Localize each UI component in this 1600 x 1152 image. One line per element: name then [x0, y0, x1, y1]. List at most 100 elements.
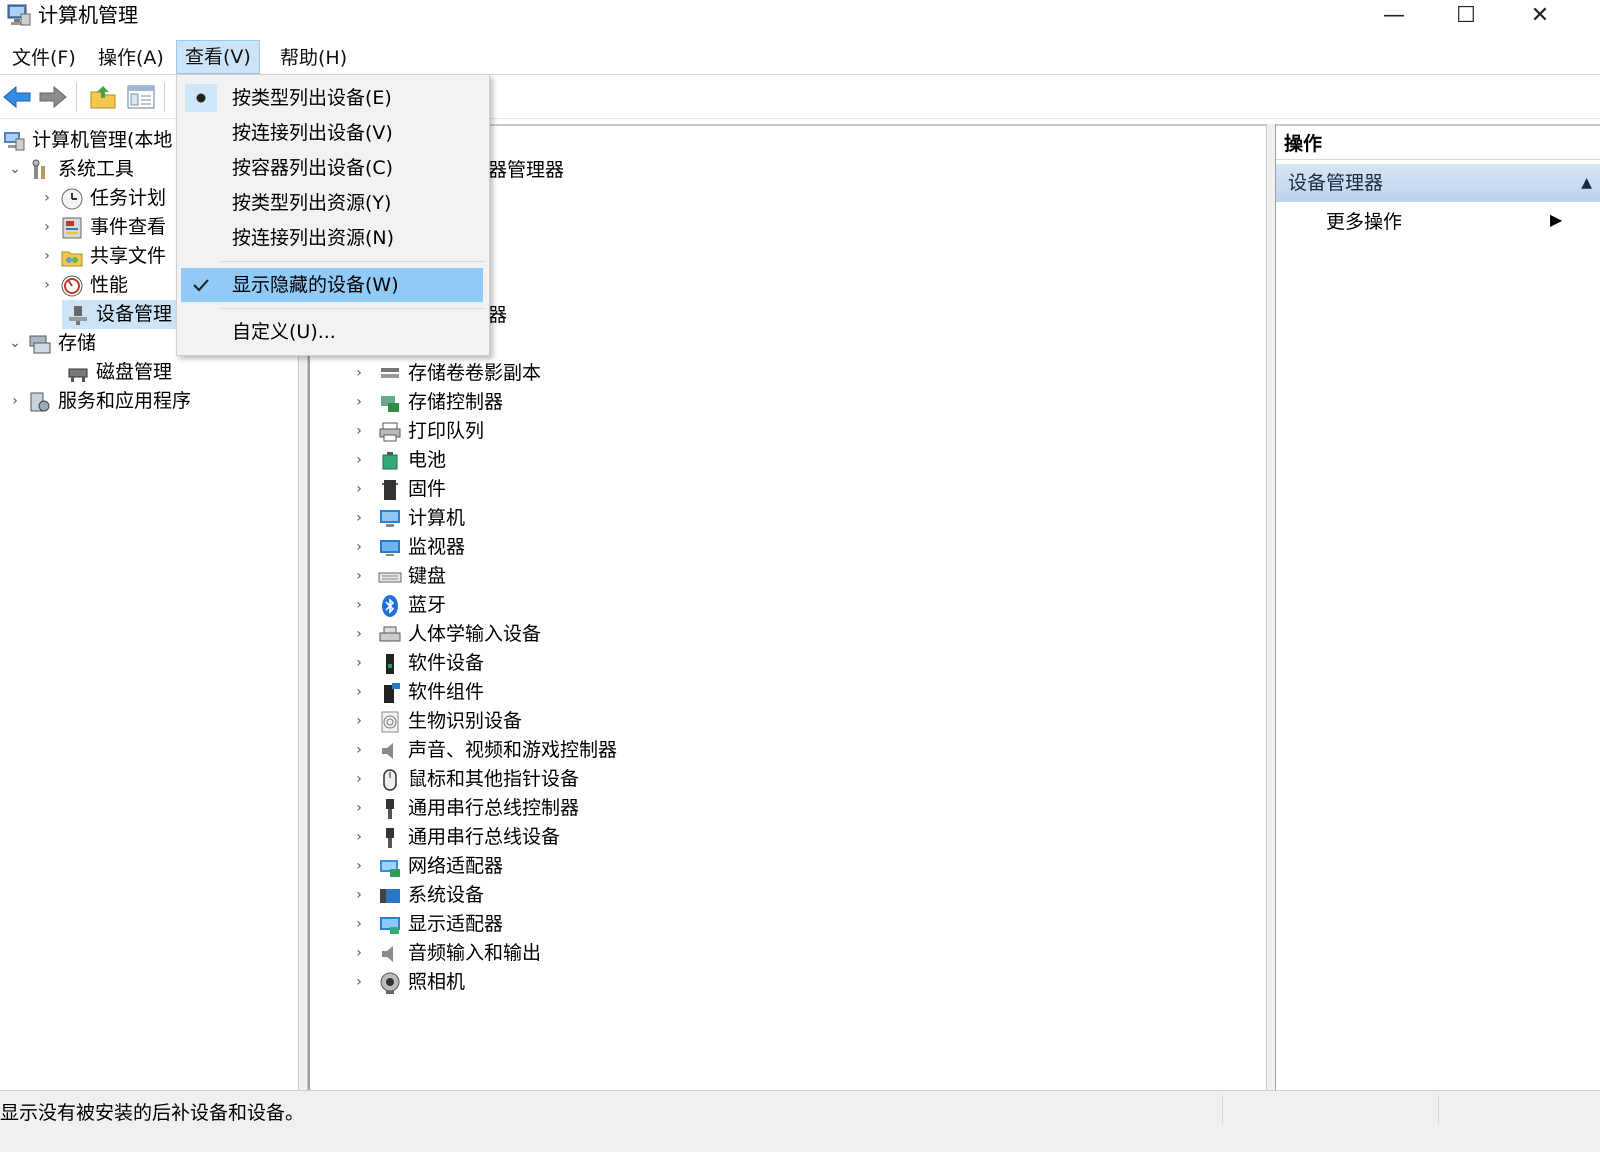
close-button[interactable]: ✕: [1508, 0, 1572, 30]
device-category-row[interactable]: › 鼠标和其他指针设备: [350, 765, 579, 794]
chevron-down-icon[interactable]: ⌄: [6, 161, 24, 179]
menu-item-devices-by-connection[interactable]: 按连接列出设备(V): [181, 116, 483, 150]
menu-item-devices-by-container[interactable]: 按容器列出设备(C): [181, 151, 483, 185]
back-arrow-icon[interactable]: [2, 82, 32, 112]
device-category-row[interactable]: › 软件设备: [350, 649, 484, 678]
menu-help[interactable]: 帮助(H): [272, 42, 355, 74]
device-category-row[interactable]: › 照相机: [350, 968, 465, 997]
device-category-row[interactable]: › 固件: [350, 475, 446, 504]
show-hide-console-tree-icon[interactable]: [126, 82, 156, 112]
biometric-icon: [381, 711, 399, 732]
chevron-down-icon[interactable]: ⌄: [6, 335, 24, 353]
device-category-row[interactable]: › 显示适配器: [350, 910, 503, 939]
more-actions-item[interactable]: 更多操作: [1326, 206, 1402, 238]
device-category-row[interactable]: › 计算机: [350, 504, 465, 533]
chevron-right-icon[interactable]: ›: [350, 684, 368, 702]
chevron-right-icon[interactable]: ›: [350, 800, 368, 818]
collapse-up-icon[interactable]: ▲: [1581, 164, 1592, 202]
chevron-right-icon[interactable]: ›: [38, 248, 56, 266]
device-category-label: 存储控制器: [408, 391, 504, 413]
action-pane: 操作 设备管理器 ▲ 更多操作 ▶: [1276, 124, 1600, 1090]
tree-item-label: 磁盘管理: [96, 361, 173, 383]
chevron-right-icon[interactable]: ›: [350, 394, 368, 412]
tree-item-label: 计算机管理(本地: [32, 129, 173, 151]
chevron-right-icon[interactable]: ›: [350, 365, 368, 383]
tree-item-storage[interactable]: ⌄ 存储: [6, 329, 96, 358]
menu-item-devices-by-type[interactable]: 按类型列出设备(E): [181, 81, 483, 115]
menu-item-show-hidden-devices[interactable]: 显示隐藏的设备(W): [181, 268, 483, 302]
chevron-right-icon[interactable]: ›: [350, 481, 368, 499]
chevron-right-icon[interactable]: ›: [350, 713, 368, 731]
chevron-right-icon[interactable]: ›: [6, 393, 24, 411]
chevron-right-icon[interactable]: ›: [350, 568, 368, 586]
menu-action[interactable]: 操作(A): [90, 42, 172, 74]
tree-item-label: 设备管理: [96, 303, 173, 325]
usb-device-icon: [386, 827, 394, 848]
view-menu-dropdown: 按类型列出设备(E) 按连接列出设备(V) 按容器列出设备(C) 按类型列出资源…: [176, 74, 490, 356]
device-category-row[interactable]: › 人体学输入设备: [350, 620, 541, 649]
tree-item-performance[interactable]: › 性能: [38, 271, 128, 300]
device-category-row[interactable]: › 生物识别设备: [350, 707, 522, 736]
chevron-right-icon[interactable]: ›: [350, 916, 368, 934]
menu-item-customize[interactable]: 自定义(U)...: [181, 315, 483, 349]
device-category-row[interactable]: › 音频输入和输出: [350, 939, 541, 968]
device-category-row[interactable]: › 声音、视频和游戏控制器: [350, 736, 617, 765]
chevron-right-icon[interactable]: ›: [350, 945, 368, 963]
menu-file[interactable]: 文件(F): [4, 42, 84, 74]
chevron-right-icon[interactable]: ›: [38, 219, 56, 237]
device-category-row[interactable]: › 监视器: [350, 533, 465, 562]
device-category-label: 音频输入和输出: [408, 942, 542, 964]
chevron-right-icon[interactable]: ›: [350, 974, 368, 992]
hid-icon: [379, 626, 401, 641]
menu-item-resources-by-type[interactable]: 按类型列出资源(Y): [181, 186, 483, 220]
tree-item-disk-management[interactable]: 磁盘管理: [62, 358, 172, 387]
storage-controller-icon: [381, 395, 399, 412]
device-category-row[interactable]: › 存储控制器: [350, 388, 503, 417]
device-category-row[interactable]: › 键盘: [350, 562, 446, 591]
chevron-right-icon[interactable]: ›: [350, 887, 368, 905]
software-component-icon: [384, 682, 400, 703]
chevron-right-icon[interactable]: ›: [350, 510, 368, 528]
chevron-right-icon[interactable]: ›: [350, 539, 368, 557]
device-category-row[interactable]: › 网络适配器: [350, 852, 503, 881]
chevron-right-icon[interactable]: ›: [350, 829, 368, 847]
chevron-right-icon[interactable]: ›: [350, 423, 368, 441]
chevron-right-icon[interactable]: ›: [350, 597, 368, 615]
chevron-right-icon[interactable]: ›: [38, 277, 56, 295]
tree-item-task-scheduler[interactable]: › 任务计划: [38, 184, 166, 213]
tree-item-computer-management[interactable]: 计算机管理(本地: [2, 126, 172, 155]
chevron-right-icon[interactable]: ›: [38, 190, 56, 208]
device-category-row[interactable]: › 打印队列: [350, 417, 484, 446]
device-category-label: 人体学输入设备: [408, 623, 542, 645]
tree-item-event-viewer[interactable]: › 事件查看: [38, 213, 166, 242]
chevron-right-icon[interactable]: ›: [350, 626, 368, 644]
device-manager-icon: [69, 305, 87, 325]
tree-item-shared-folders[interactable]: › 共享文件: [38, 242, 166, 271]
device-category-label: 打印队列: [408, 420, 485, 442]
tree-item-services-apps[interactable]: › 服务和应用程序: [6, 387, 191, 416]
chevron-right-icon[interactable]: ›: [350, 858, 368, 876]
chevron-right-icon[interactable]: ›: [350, 452, 368, 470]
up-folder-icon[interactable]: [88, 82, 118, 112]
menu-item-resources-by-connection[interactable]: 按连接列出资源(N): [181, 221, 483, 255]
device-category-row[interactable]: › 系统设备: [350, 881, 484, 910]
chevron-right-icon[interactable]: ›: [350, 771, 368, 789]
device-category-row[interactable]: › 软件组件: [350, 678, 484, 707]
pane-splitter[interactable]: [1266, 124, 1276, 1090]
device-category-row[interactable]: › 存储卷卷影副本: [350, 359, 541, 388]
minimize-button[interactable]: —: [1362, 0, 1426, 30]
device-category-row[interactable]: › 通用串行总线控制器: [350, 794, 579, 823]
forward-arrow-icon[interactable]: [38, 82, 68, 112]
tree-item-label: 性能: [90, 274, 129, 296]
chevron-right-icon[interactable]: ›: [350, 655, 368, 673]
device-category-row[interactable]: › 蓝牙: [350, 591, 446, 620]
maximize-icon: ☐: [1456, 2, 1476, 28]
menu-view[interactable]: 查看(V): [176, 40, 260, 74]
chevron-right-icon[interactable]: ›: [350, 742, 368, 760]
device-category-row[interactable]: › 电池: [350, 446, 446, 475]
action-section-device-manager[interactable]: 设备管理器 ▲: [1276, 164, 1600, 202]
tree-item-label: 事件查看: [90, 216, 167, 238]
device-category-row[interactable]: › 通用串行总线设备: [350, 823, 560, 852]
maximize-button[interactable]: ☐: [1434, 0, 1498, 30]
tree-item-system-tools[interactable]: ⌄ 系统工具: [6, 155, 134, 184]
